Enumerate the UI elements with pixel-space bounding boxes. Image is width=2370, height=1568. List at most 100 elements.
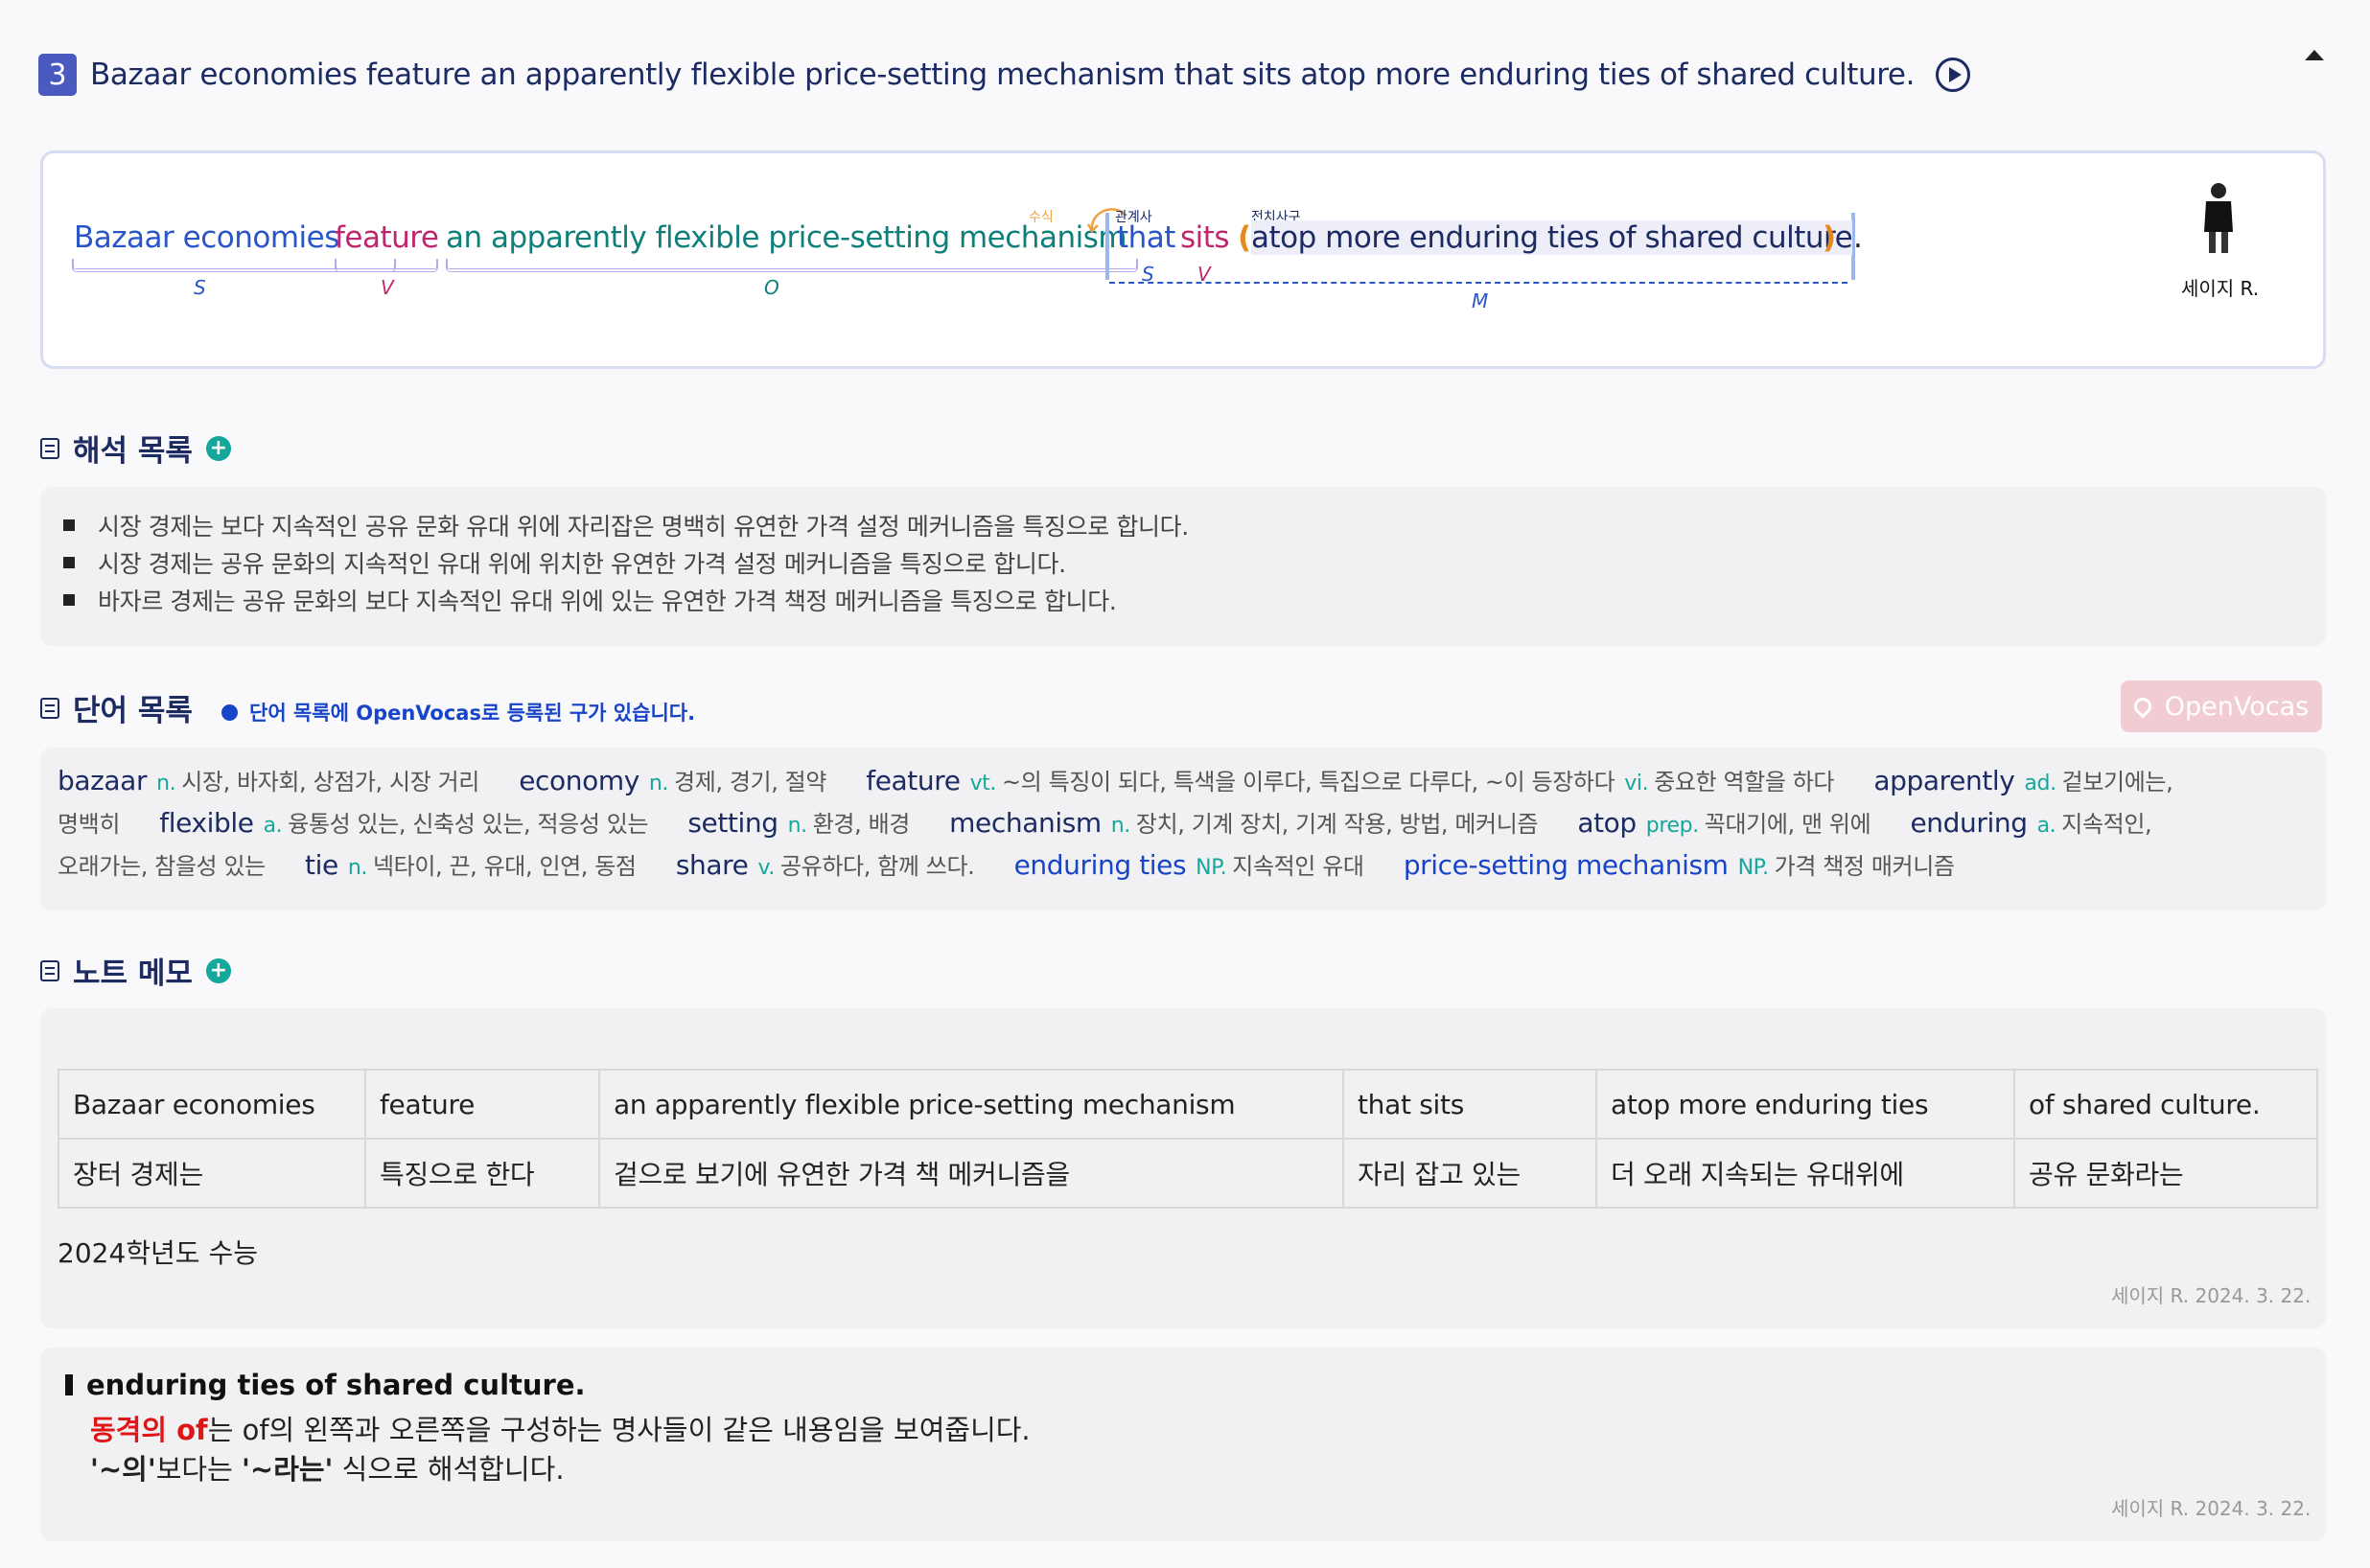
openvocas-button[interactable]: OpenVocas xyxy=(2121,680,2322,732)
grammar-text: 는 of의 왼쪽과 오른쪽을 구성하는 명사들이 같은 내용임을 보여줍니다. xyxy=(207,1414,1031,1446)
word-def: 시장, 바자회, 상점가, 시장 거리 xyxy=(181,769,479,796)
token-period: . xyxy=(1853,220,1863,255)
token-open-paren: ( xyxy=(1238,220,1251,255)
word-def: ~의 특징이 되다, 특색을 이루다, 특집으로 다루다, ~이 등장하다 xyxy=(1002,769,1615,796)
word-def: 융통성 있는, 신축성 있는, 적응성 있는 xyxy=(288,811,649,838)
word-pos: NP. xyxy=(1196,856,1227,880)
icecream-icon xyxy=(2130,694,2155,719)
word-pos: prep. xyxy=(1645,814,1699,838)
table-cell: 장터 경제는 xyxy=(58,1138,366,1209)
word-pos: a. xyxy=(263,814,283,838)
memo-source: 2024학년도 수능 xyxy=(58,1237,258,1269)
word-pos: a. xyxy=(2036,814,2056,838)
table-cell: 자리 잡고 있는 xyxy=(1342,1138,1597,1209)
token-verb: feature xyxy=(335,220,439,255)
grammar-signature: 세이지 R. 2024. 3. 22. xyxy=(2111,1493,2311,1521)
word-term[interactable]: tie xyxy=(305,849,338,881)
word-term[interactable]: mechanism xyxy=(949,807,1102,839)
sentence-text: Bazaar economies feature an apparently f… xyxy=(90,58,1916,92)
word-def: 오래가는, 참을성 있는 xyxy=(58,853,266,880)
sentence-header: 3 Bazaar economies feature an apparently… xyxy=(38,52,1971,98)
grammar-note-heading: enduring ties of shared culture. xyxy=(65,1369,586,1401)
table-cell: 공유 문화라는 xyxy=(2013,1138,2318,1209)
word-term[interactable]: apparently xyxy=(1873,765,2014,796)
grammar-bold: '~라는' xyxy=(242,1453,334,1486)
word-pos: n. xyxy=(1110,814,1131,838)
word-pos: n. xyxy=(787,814,808,838)
grammar-note-line-3: '~의'보다는 '~라는' 식으로 해석합니다. xyxy=(90,1447,565,1487)
word-term[interactable]: atop xyxy=(1577,807,1637,839)
table-cell: 특징으로 한다 xyxy=(364,1138,600,1209)
note-icon xyxy=(40,959,59,981)
word-def: 장치, 기계 장치, 기계 작용, 방법, 메커니즘 xyxy=(1135,811,1539,838)
plus-icon[interactable]: + xyxy=(205,435,231,461)
word-def: 넥타이, 끈, 유대, 인연, 동점 xyxy=(372,853,637,880)
word-line-3: 오래가는, 참을성 있는 tie n. 넥타이, 끈, 유대, 인연, 동점 sha… xyxy=(58,847,1955,881)
word-term[interactable]: setting xyxy=(687,807,778,839)
word-def: 환경, 배경 xyxy=(812,811,911,838)
word-pos: vt. xyxy=(969,772,997,796)
signature-author: 세이지 R. xyxy=(2111,1497,2190,1520)
play-icon[interactable] xyxy=(1936,58,1971,92)
table-cell: an apparently flexible price-setting mec… xyxy=(598,1069,1344,1140)
word-def: 겉보기에는, xyxy=(2061,769,2173,796)
box-icon xyxy=(40,697,59,719)
bullet-bar-icon xyxy=(65,1374,73,1395)
modifier-dashed-line xyxy=(1109,282,1847,284)
word-def: 꼭대기에, 맨 위에 xyxy=(1704,811,1871,838)
interpretation-title-text: 해석 목록 xyxy=(73,434,193,469)
word-term[interactable]: economy xyxy=(519,765,639,796)
interpretation-item: 시장 경제는 공유 문화의 지속적인 유대 위에 위치한 유연한 가격 설정 메… xyxy=(63,543,2326,581)
table-row: Bazaar economies feature an apparently f… xyxy=(58,1069,2318,1140)
word-pos: NP. xyxy=(1737,856,1769,880)
word-def: 지속적인 유대 xyxy=(1232,853,1364,880)
word-term[interactable]: bazaar xyxy=(58,765,147,796)
grammar-note-line-2: 동격의 of는 of의 왼쪽과 오른쪽을 구성하는 명사들이 같은 내용임을 보… xyxy=(90,1408,1031,1448)
table-cell: of shared culture. xyxy=(2013,1069,2318,1140)
word-term[interactable]: share xyxy=(676,849,749,881)
grammar-heading-text: enduring ties of shared culture. xyxy=(86,1369,586,1401)
list-icon xyxy=(40,437,59,459)
word-term[interactable]: flexible xyxy=(159,807,254,839)
memo-signature: 세이지 R. 2024. 3. 22. xyxy=(2111,1280,2311,1308)
openvocas-note: 단어 목록에 OpenVocas로 등록된 구가 있습니다. xyxy=(221,698,695,726)
word-pos: n. xyxy=(347,856,368,880)
role-m: M xyxy=(1472,289,1489,312)
memo-table: Bazaar economies feature an apparently f… xyxy=(58,1069,2318,1209)
table-cell: atop more enduring ties xyxy=(1595,1069,2015,1140)
word-def: 지속적인, xyxy=(2061,811,2152,838)
grammar-bold: '~의' xyxy=(90,1453,156,1486)
author-name: 세이지 R. xyxy=(2181,277,2260,300)
word-pos: n. xyxy=(648,772,669,796)
sentence-analysis-panel: Bazaar economies feature an apparently f… xyxy=(40,150,2326,369)
phrase-term[interactable]: price-setting mechanism xyxy=(1404,849,1729,881)
memo-title-text: 노트 메모 xyxy=(73,957,193,991)
object-underline xyxy=(446,259,1138,272)
token-prep-phrase: atop more enduring ties of shared cultur… xyxy=(1251,220,1853,255)
word-list-panel: bazaar n. 시장, 바자회, 상점가, 시장 거리 economy n. 경제,… xyxy=(40,748,2326,911)
word-term[interactable]: enduring xyxy=(1910,807,2028,839)
token-rel-verb: sits xyxy=(1180,220,1230,255)
table-cell: feature xyxy=(364,1069,600,1140)
signature-date: 2024. 3. 22. xyxy=(2195,1284,2312,1307)
word-pos: ad. xyxy=(2024,772,2056,796)
phrase-term[interactable]: enduring ties xyxy=(1014,849,1187,881)
word-def: 가격 책정 매커니즘 xyxy=(1774,853,1955,880)
role-s: S xyxy=(194,276,206,299)
word-pos: v. xyxy=(757,856,775,880)
verb-underline xyxy=(335,259,438,272)
interpretation-section-title: 해석 목록 + xyxy=(40,427,231,470)
grammar-highlight: 동격의 of xyxy=(90,1414,208,1446)
signature-date: 2024. 3. 22. xyxy=(2195,1497,2312,1520)
word-title-text: 단어 목록 xyxy=(73,694,193,728)
memo-panel: Bazaar economies feature an apparently f… xyxy=(40,1008,2326,1328)
interpretation-item: 시장 경제는 보다 지속적인 공유 문화 유대 위에 자리잡은 명백히 유연한 … xyxy=(63,506,2326,543)
plus-icon[interactable]: + xyxy=(205,957,231,983)
table-row: 장터 경제는 특징으로 한다 겉으로 보기에 유연한 가격 책 메커니즘을 자리… xyxy=(58,1138,2318,1209)
modify-tag: 수식 xyxy=(1029,210,1054,225)
signature-author: 세이지 R. xyxy=(2111,1284,2190,1307)
collapse-caret-icon[interactable] xyxy=(2305,50,2324,60)
table-cell: 겉으로 보기에 유연한 가격 책 메커니즘을 xyxy=(598,1138,1344,1209)
grammar-note-panel: enduring ties of shared culture. 동격의 of는… xyxy=(40,1348,2326,1541)
word-term[interactable]: feature xyxy=(866,765,961,796)
